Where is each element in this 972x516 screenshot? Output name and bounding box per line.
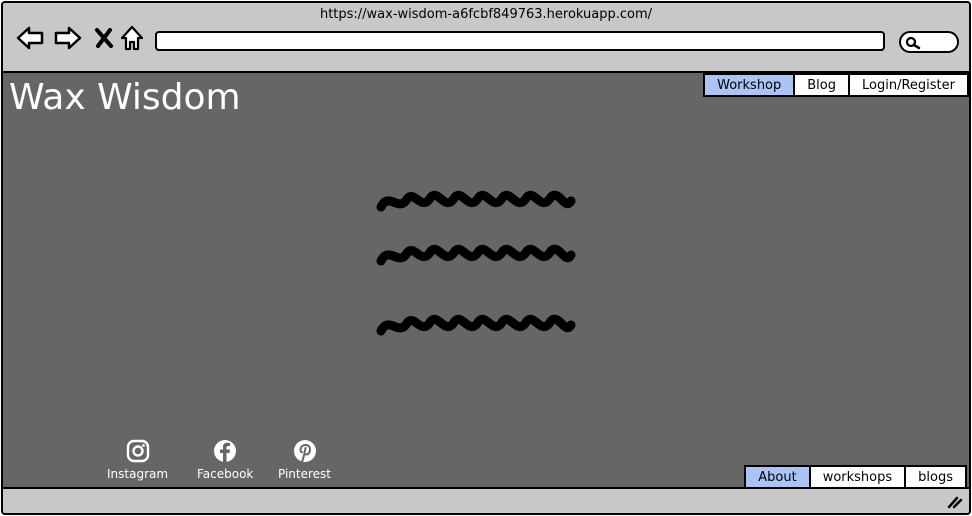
social-link-pinterest[interactable]: Pinterest [278,439,331,481]
social-link-facebook[interactable]: Facebook [197,439,253,481]
footer-tab-workshops[interactable]: workshops [808,467,905,487]
top-nav: Workshop Blog Login/Register [703,73,969,97]
instagram-icon [126,439,149,463]
address-bar[interactable] [155,31,885,51]
browser-status-bar [3,487,969,513]
forward-icon[interactable] [53,23,83,53]
resize-grip-icon[interactable] [947,495,963,509]
close-icon[interactable] [89,23,119,53]
nav-tab-login-register[interactable]: Login/Register [848,75,967,95]
placeholder-text-scribble [376,244,576,266]
site-title: Wax Wisdom [9,77,241,118]
nav-tab-workshop[interactable]: Workshop [705,75,794,95]
footer-nav: About workshops blogs [744,465,967,489]
facebook-icon [214,440,237,462]
home-icon[interactable] [117,23,147,53]
search-icon [905,36,921,50]
footer-tab-about[interactable]: About [746,467,809,487]
placeholder-text-scribble [376,314,576,336]
social-label: Instagram [107,467,169,481]
browser-chrome: https://wax-wisdom-a6fcbf849763.herokuap… [3,3,969,73]
social-label: Facebook [197,467,254,481]
social-label: Pinterest [278,467,332,481]
nav-tab-blog[interactable]: Blog [793,75,849,95]
placeholder-text-scribble [376,190,576,212]
back-icon[interactable] [15,23,45,53]
pinterest-icon [293,440,316,463]
url-text: https://wax-wisdom-a6fcbf849763.herokuap… [319,7,653,22]
browser-window: https://wax-wisdom-a6fcbf849763.herokuap… [1,1,971,515]
footer-tab-blogs[interactable]: blogs [904,467,965,487]
social-link-instagram[interactable]: Instagram [107,439,168,481]
page-viewport: Wax Wisdom Workshop Blog Login/Register … [3,73,969,489]
browser-search-box[interactable] [899,31,959,53]
